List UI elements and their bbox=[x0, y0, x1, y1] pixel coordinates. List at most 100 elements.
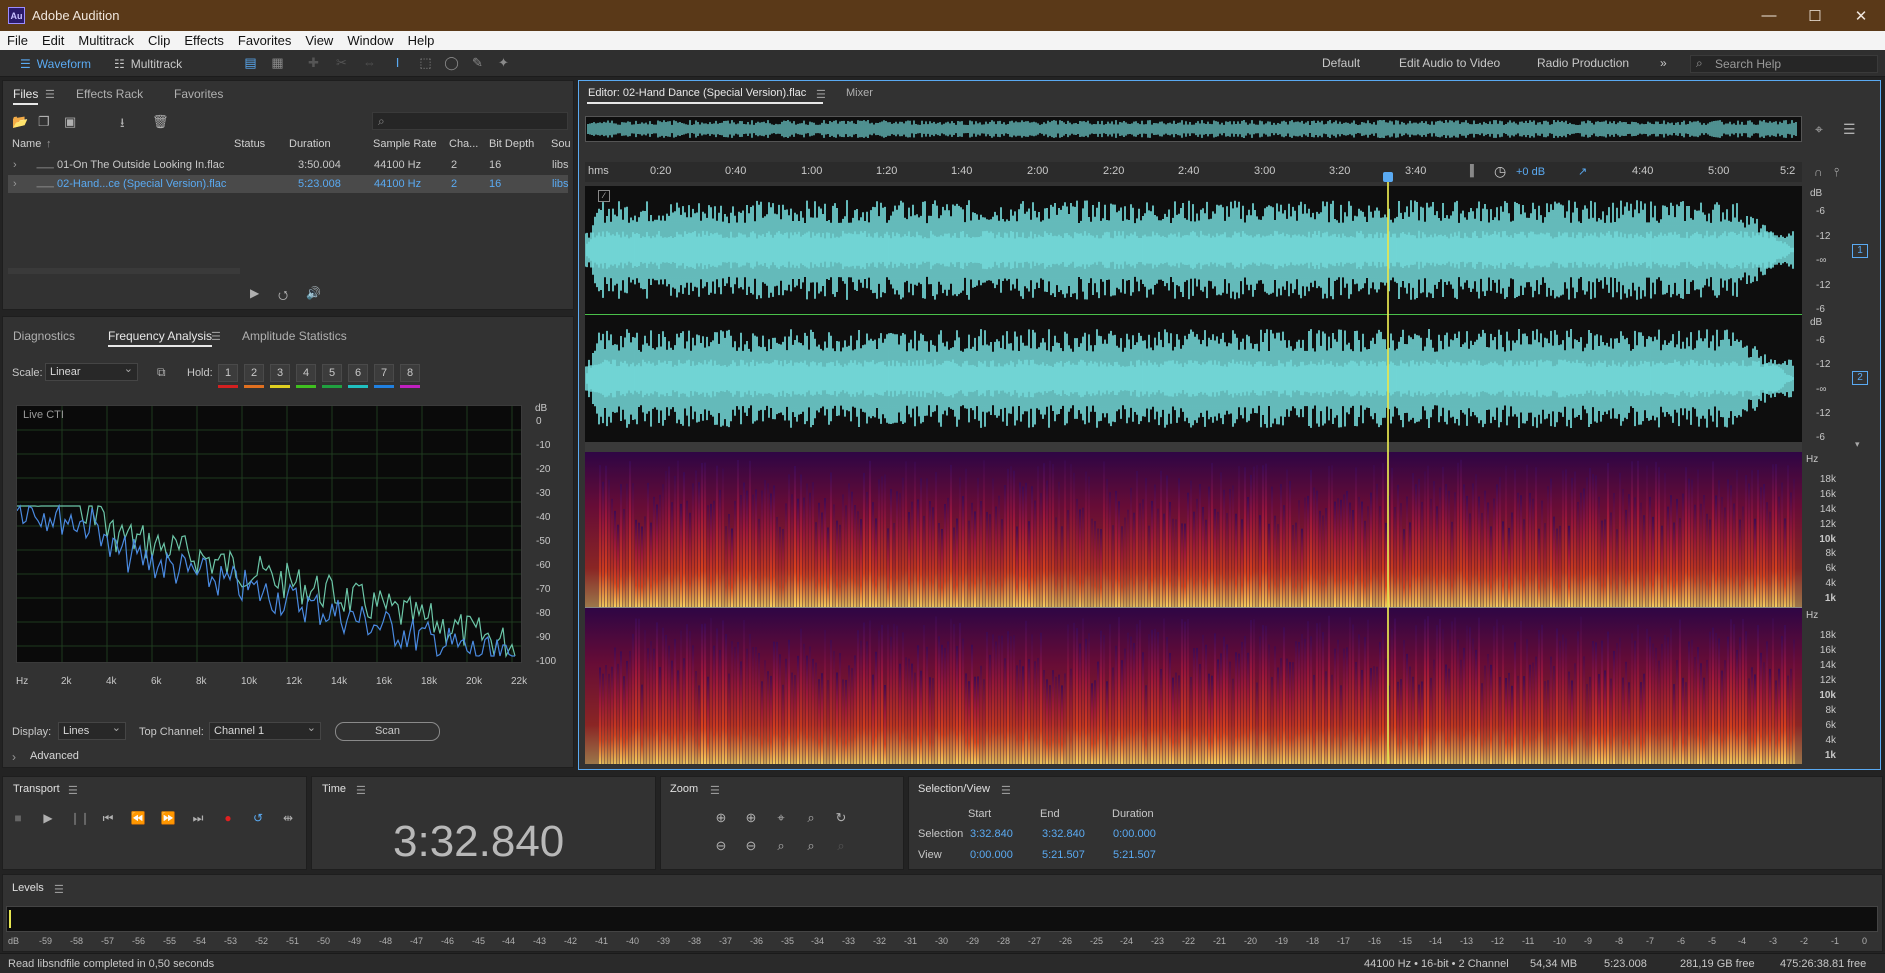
delete-file-icon[interactable]: 🗑 bbox=[152, 114, 169, 130]
menu-help[interactable]: Help bbox=[401, 33, 442, 48]
menu-effects[interactable]: Effects bbox=[177, 33, 231, 48]
selection-start[interactable]: 3:32.840 bbox=[970, 828, 1013, 840]
new-file-icon[interactable]: ▣ bbox=[64, 114, 76, 130]
menu-multitrack[interactable]: Multitrack bbox=[71, 33, 141, 48]
close-button[interactable]: ✕ bbox=[1838, 0, 1884, 31]
zoom-in-right-icon[interactable]: ⌕ bbox=[802, 838, 820, 854]
search-help-input[interactable]: Search Help bbox=[1690, 55, 1878, 73]
col-source[interactable]: Sou bbox=[551, 138, 571, 150]
col-bit-depth[interactable]: Bit Depth bbox=[489, 138, 534, 150]
volume-knob-icon[interactable]: ◷ bbox=[1494, 163, 1506, 180]
panel-menu-icon[interactable]: ☰ bbox=[54, 883, 64, 896]
panel-menu-icon[interactable]: ☰ bbox=[356, 784, 366, 797]
marquee-tool-icon[interactable]: ⬚ bbox=[418, 56, 433, 70]
fast-forward-icon[interactable]: ⏩ bbox=[160, 811, 176, 825]
hold-button-2[interactable]: 2 bbox=[244, 364, 264, 382]
view-end[interactable]: 5:21.507 bbox=[1042, 849, 1085, 861]
col-name[interactable]: Name bbox=[12, 138, 41, 150]
panel-menu-icon[interactable]: ☰ bbox=[710, 784, 720, 797]
spot-healing-tool-icon[interactable]: ✦ bbox=[496, 56, 511, 70]
multitrack-view-button[interactable]: ☷ Multitrack bbox=[114, 54, 182, 73]
import-file-icon[interactable]: ❐ bbox=[38, 114, 50, 130]
tab-amplitude-statistics[interactable]: Amplitude Statistics bbox=[242, 329, 347, 343]
waveform-view-button[interactable]: ☰ Waveform bbox=[20, 54, 91, 73]
zoom-out-time-icon[interactable]: ⊖ bbox=[742, 838, 760, 854]
playhead[interactable] bbox=[1387, 178, 1389, 764]
hold-button-1[interactable]: 1 bbox=[218, 364, 238, 382]
zoom-out-full-icon[interactable]: ⌕ bbox=[772, 838, 790, 854]
minimize-button[interactable]: — bbox=[1746, 0, 1792, 31]
spectral-display-icon[interactable]: ▤ bbox=[243, 56, 258, 70]
chevron-down-icon[interactable]: ▾ bbox=[1855, 439, 1860, 450]
pin-hud-icon[interactable]: ↗ bbox=[1578, 165, 1587, 178]
maximize-button[interactable]: ☐ bbox=[1792, 0, 1838, 31]
pause-icon[interactable]: ❙❙ bbox=[70, 811, 90, 825]
tab-effects-rack[interactable]: Effects Rack bbox=[76, 87, 143, 101]
overview-navigator[interactable] bbox=[585, 116, 1802, 142]
chevron-right-icon[interactable]: › bbox=[12, 750, 16, 764]
menu-clip[interactable]: Clip bbox=[141, 33, 177, 48]
zoom-out-amplitude-icon[interactable]: ⊖ bbox=[712, 838, 730, 854]
hold-button-5[interactable]: 5 bbox=[322, 364, 342, 382]
files-search-input[interactable]: ⌕ bbox=[372, 112, 568, 130]
horizontal-scrollbar[interactable] bbox=[8, 268, 240, 274]
menu-file[interactable]: File bbox=[0, 33, 35, 48]
col-sample-rate[interactable]: Sample Rate bbox=[373, 138, 437, 150]
tab-files[interactable]: Files bbox=[13, 87, 39, 105]
tab-favorites[interactable]: Favorites bbox=[174, 87, 223, 101]
hold-button-8[interactable]: 8 bbox=[400, 364, 420, 382]
marker-icon[interactable]: ⫯ bbox=[1834, 165, 1839, 180]
menu-window[interactable]: Window bbox=[340, 33, 400, 48]
expand-icon[interactable]: › bbox=[13, 159, 17, 171]
panel-menu-icon[interactable]: ☰ bbox=[816, 88, 826, 101]
spectral-channel-2[interactable] bbox=[585, 608, 1802, 764]
expand-icon[interactable]: › bbox=[13, 178, 17, 190]
zoom-to-selection-icon[interactable]: ⌖ bbox=[1815, 121, 1823, 138]
table-row[interactable]: › ⸺ 01-On The Outside Looking In.flac 3:… bbox=[8, 156, 569, 174]
stop-icon[interactable]: ■ bbox=[10, 811, 26, 825]
razor-tool-icon[interactable]: ✂ bbox=[334, 56, 349, 70]
view-duration[interactable]: 5:21.507 bbox=[1113, 849, 1156, 861]
hold-button-7[interactable]: 7 bbox=[374, 364, 394, 382]
time-display[interactable]: 3:32.840 bbox=[393, 817, 564, 867]
waveform-channel-2[interactable] bbox=[584, 315, 1802, 442]
scale-select[interactable]: Linear bbox=[45, 361, 138, 381]
hold-button-4[interactable]: 4 bbox=[296, 364, 316, 382]
play-icon[interactable]: ▶ bbox=[40, 811, 56, 825]
skip-to-start-icon[interactable]: ⏮ bbox=[100, 811, 116, 825]
tab-diagnostics[interactable]: Diagnostics bbox=[13, 329, 75, 343]
zoom-in-time-icon[interactable]: ⊕ bbox=[742, 810, 760, 826]
channel-1-badge[interactable]: 1 bbox=[1852, 244, 1868, 258]
menu-favorites[interactable]: Favorites bbox=[231, 33, 298, 48]
advanced-toggle[interactable]: Advanced bbox=[30, 750, 79, 762]
view-options-icon[interactable]: ☰ bbox=[1843, 121, 1856, 138]
skip-to-end-icon[interactable]: ⏭ bbox=[190, 811, 206, 825]
workspace-default[interactable]: Default bbox=[1322, 56, 1360, 70]
brush-tool-icon[interactable]: ✎ bbox=[470, 56, 485, 70]
pitch-display-icon[interactable]: ▦ bbox=[270, 56, 285, 70]
menu-edit[interactable]: Edit bbox=[35, 33, 71, 48]
gain-value[interactable]: +0 dB bbox=[1516, 166, 1545, 178]
time-selection-tool-icon[interactable]: I bbox=[390, 56, 405, 70]
panel-menu-icon[interactable]: ☰ bbox=[1001, 784, 1011, 797]
workspace-overflow-icon[interactable]: » bbox=[1660, 56, 1667, 70]
tab-editor[interactable]: Editor: 02-Hand Dance (Special Version).… bbox=[588, 87, 806, 99]
scan-button[interactable]: Scan bbox=[335, 722, 440, 741]
loop-preview-icon[interactable]: ⭯ bbox=[278, 286, 288, 307]
top-channel-select[interactable]: Channel 1 bbox=[209, 720, 321, 740]
play-preview-icon[interactable]: ▶ bbox=[250, 286, 259, 300]
waveform-channel-1[interactable] bbox=[584, 186, 1802, 314]
move-tool-icon[interactable]: ✚ bbox=[306, 56, 321, 70]
tab-mixer[interactable]: Mixer bbox=[846, 87, 873, 99]
effects-edit-icon[interactable]: ∕ bbox=[598, 190, 610, 202]
playhead-handle-icon[interactable] bbox=[1383, 172, 1393, 182]
workspace-edit-audio-to-video[interactable]: Edit Audio to Video bbox=[1399, 56, 1500, 70]
selection-duration[interactable]: 0:00.000 bbox=[1113, 828, 1156, 840]
copy-graph-icon[interactable]: ⧉ bbox=[157, 365, 166, 380]
zoom-in-left-icon[interactable]: ⌕ bbox=[802, 810, 820, 826]
panel-menu-icon[interactable]: ☰ bbox=[45, 88, 55, 101]
workspace-radio-production[interactable]: Radio Production bbox=[1537, 56, 1629, 70]
loop-playback-icon[interactable]: ↺ bbox=[250, 811, 266, 825]
col-channels[interactable]: Cha... bbox=[449, 138, 478, 150]
table-row-selected[interactable]: › ⸺ 02-Hand...ce (Special Version).flac … bbox=[8, 175, 569, 193]
